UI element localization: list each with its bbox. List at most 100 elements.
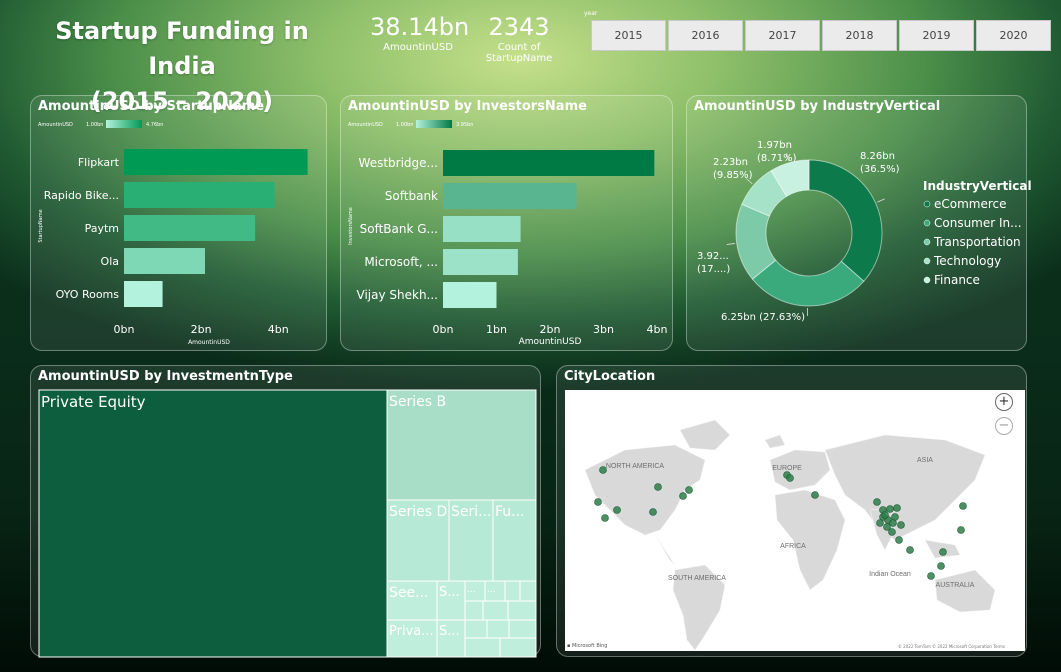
x-tick-label: 3bn xyxy=(593,323,614,336)
city-marker[interactable] xyxy=(893,504,901,512)
bar-1[interactable] xyxy=(443,183,577,209)
city-marker[interactable] xyxy=(654,483,662,491)
treemap-tile-20[interactable] xyxy=(499,637,537,658)
x-tick-label: 1bn xyxy=(486,323,507,336)
year-2019-button[interactable]: 2019 xyxy=(899,20,974,51)
region-label: EUROPE xyxy=(772,465,802,472)
treemap-tile-19[interactable] xyxy=(464,637,501,658)
zoom-in-button[interactable]: + xyxy=(995,393,1013,411)
city-marker[interactable] xyxy=(939,548,947,556)
legend-entry[interactable]: Transportation xyxy=(933,235,1021,249)
tile-label: Series B xyxy=(389,394,446,410)
legend-dot xyxy=(923,276,931,284)
category-label: Microsoft, ... xyxy=(364,255,438,269)
city-marker[interactable] xyxy=(957,526,965,534)
treemap-tile-16[interactable] xyxy=(464,619,488,639)
city-marker[interactable] xyxy=(906,546,914,554)
slice-pct-label: (9.85%) xyxy=(713,170,753,181)
tile-label: Fu... xyxy=(495,504,525,520)
city-marker[interactable] xyxy=(599,466,607,474)
treemap-tile-13[interactable] xyxy=(507,600,537,621)
city-marker[interactable] xyxy=(601,514,609,522)
legend-min-label: 1.00bn xyxy=(86,122,103,128)
legend-dot xyxy=(923,257,931,265)
year-2018-button[interactable]: 2018 xyxy=(822,20,897,51)
tile-label: Series D xyxy=(389,504,447,520)
city-marker[interactable] xyxy=(876,519,884,527)
region-label: Indian Ocean xyxy=(869,571,911,578)
landmass-9 xyxy=(934,569,996,613)
city-marker[interactable] xyxy=(897,521,905,529)
landmass-2 xyxy=(654,534,676,566)
category-label: Ola xyxy=(101,255,119,268)
legend-max-label: 3.95bn xyxy=(456,122,473,128)
startup-bar-card: AmountinUSD by StartupName AmountinUSD 1.… xyxy=(30,95,327,351)
treemap-tile-11[interactable] xyxy=(464,600,484,621)
category-label: SoftBank G... xyxy=(360,222,438,236)
bar-0[interactable] xyxy=(124,149,308,175)
treemap-tile-0[interactable] xyxy=(38,389,388,658)
region-label: AUSTRALIA xyxy=(936,582,975,589)
slice-value-label: 8.26bn xyxy=(860,151,895,162)
city-marker[interactable] xyxy=(881,511,889,519)
x-tick-label: 2bn xyxy=(540,323,561,336)
city-marker[interactable] xyxy=(679,492,687,500)
legend-dot xyxy=(923,219,931,227)
treemap-tile-17[interactable] xyxy=(486,619,510,639)
x-tick-label: 0bn xyxy=(433,323,454,336)
city-marker[interactable] xyxy=(685,486,693,494)
city-marker[interactable] xyxy=(649,508,657,516)
slice-pct-label: (8.71%) xyxy=(757,153,797,164)
legend-entry[interactable]: Technology xyxy=(933,254,1001,268)
year-2020-button[interactable]: 2020 xyxy=(976,20,1051,51)
x-axis-label: AmountinUSD xyxy=(188,339,230,346)
treemap-tile-10[interactable] xyxy=(519,580,537,602)
city-marker[interactable] xyxy=(594,498,602,506)
legend-gradient xyxy=(106,120,142,128)
city-marker[interactable] xyxy=(886,505,894,513)
city-marker[interactable] xyxy=(927,572,935,580)
bar-1[interactable] xyxy=(124,182,275,208)
treemap-tile-18[interactable] xyxy=(508,619,537,639)
zoom-out-button[interactable]: − xyxy=(995,417,1013,435)
donut-slice-1[interactable] xyxy=(751,259,865,307)
legend-dot xyxy=(923,200,931,208)
year-2015-button[interactable]: 2015 xyxy=(591,20,666,51)
city-marker[interactable] xyxy=(888,528,896,536)
tile-label: See... xyxy=(389,585,428,601)
tile-label: S... xyxy=(439,585,460,600)
year-slicer-label: year xyxy=(584,10,598,17)
treemap-tile-12[interactable] xyxy=(482,600,509,621)
bar-2[interactable] xyxy=(124,215,256,241)
legend-entry[interactable]: Finance xyxy=(934,273,980,287)
bar-0[interactable] xyxy=(443,150,655,176)
city-marker[interactable] xyxy=(873,498,881,506)
city-marker[interactable] xyxy=(613,506,621,514)
kpi-startup-count: 2343 Count of StartupName xyxy=(485,13,553,64)
x-tick-label: 0bn xyxy=(114,323,135,336)
year-2017-button[interactable]: 2017 xyxy=(745,20,820,51)
year-2016-button[interactable]: 2016 xyxy=(668,20,743,51)
city-marker[interactable] xyxy=(959,502,967,510)
city-location-map[interactable]: NORTH AMERICA EUROPE ASIA AFRICA SOUTH AMERI… xyxy=(565,390,1025,651)
donut-slice-0[interactable] xyxy=(808,159,883,282)
region-label: SOUTH AMERICA xyxy=(668,575,726,582)
bar-3[interactable] xyxy=(124,248,205,274)
bar-3[interactable] xyxy=(443,249,518,275)
city-marker[interactable] xyxy=(811,491,819,499)
bar-4[interactable] xyxy=(124,281,163,307)
legend-dot xyxy=(923,238,931,246)
city-marker[interactable] xyxy=(895,536,903,544)
x-tick-label: 4bn xyxy=(268,323,289,336)
city-marker[interactable] xyxy=(937,562,945,570)
bar-4[interactable] xyxy=(443,282,497,308)
legend-entry[interactable]: eCommerce xyxy=(934,197,1007,211)
category-label: Paytm xyxy=(85,222,119,235)
city-marker[interactable] xyxy=(786,474,794,482)
bing-logo: ▪ Microsoft Bing xyxy=(567,643,608,649)
city-marker[interactable] xyxy=(889,519,897,527)
bar-2[interactable] xyxy=(443,216,521,242)
category-label: Vijay Shekh... xyxy=(357,288,439,302)
treemap-tile-9[interactable] xyxy=(504,580,521,602)
legend-entry[interactable]: Consumer In... xyxy=(934,216,1022,230)
